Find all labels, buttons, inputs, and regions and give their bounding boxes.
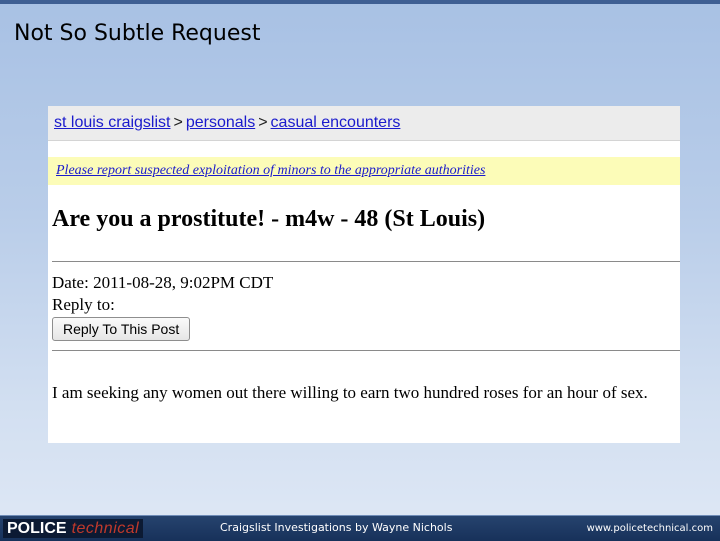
craigslist-screenshot: st louis craigslist > personals > casual enc… [48, 106, 680, 443]
slide-footer: POLICE technical Craigslist Investigation… [0, 515, 720, 541]
report-exploitation-link[interactable]: Please report suspected exploitation of … [56, 163, 485, 178]
slide-title: Not So Subtle Request [14, 21, 261, 46]
logo-primary-text: POLICE [7, 520, 67, 537]
breadcrumb-separator: > [258, 114, 268, 131]
divider [52, 350, 680, 351]
breadcrumb: st louis craigslist > personals > casual enc… [48, 106, 680, 141]
post-body: I am seeking any women out there willing… [52, 383, 648, 402]
slide-top-bar [0, 0, 720, 4]
divider [52, 261, 680, 262]
footer-website: www.policetechnical.com [586, 523, 713, 534]
breadcrumb-separator: > [173, 114, 183, 131]
report-notice-banner: Please report suspected exploitation of … [48, 157, 680, 185]
reply-to-label: Reply to: [52, 295, 115, 314]
post-date: Date: 2011-08-28, 9:02PM CDT [52, 273, 274, 292]
breadcrumb-link-personals[interactable]: personals [186, 114, 255, 131]
breadcrumb-link-casual-encounters[interactable]: casual encounters [271, 114, 401, 131]
reply-to-post-button[interactable]: Reply To This Post [52, 317, 191, 341]
footer-presentation-title: Craigslist Investigations by Wayne Nicho… [220, 521, 453, 534]
police-technical-logo: POLICE technical [3, 519, 144, 538]
post-title: Are you a prostitute! - m4w - 48 (St Lou… [52, 206, 486, 232]
logo-secondary-text: technical [71, 520, 140, 537]
breadcrumb-link-city[interactable]: st louis craigslist [54, 114, 170, 131]
